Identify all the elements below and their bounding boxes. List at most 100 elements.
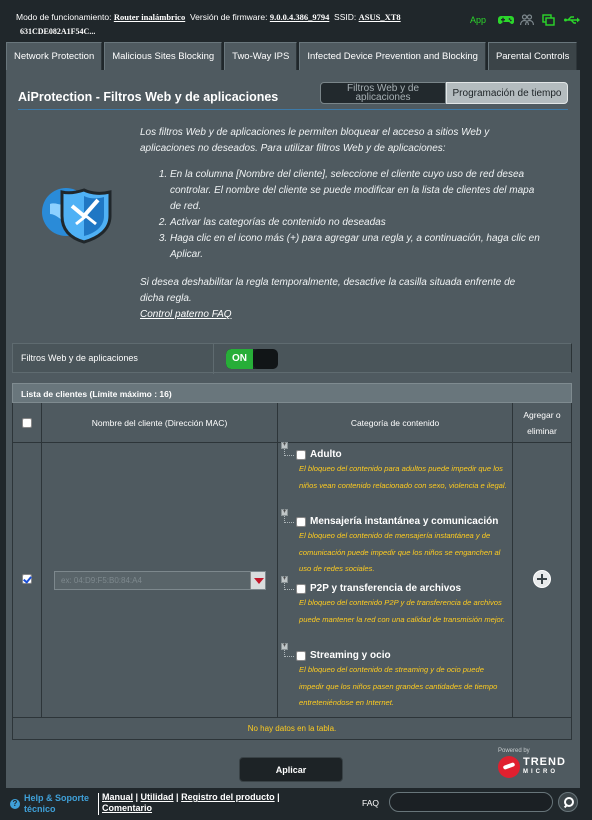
- select-all-checkbox[interactable]: [22, 417, 32, 428]
- tree-expander-icon[interactable]: +: [281, 642, 294, 657]
- aiprotection-shield-icon: [36, 180, 128, 249]
- view-switch: Filtros Web y de aplicaciones Programaci…: [320, 82, 568, 104]
- category-title: Mensajería instantánea y comunicación: [310, 516, 499, 527]
- empty-table-message: No hay datos en la tabla.: [12, 718, 572, 740]
- category-desc: El bloqueo del contenido de streaming y …: [299, 665, 498, 707]
- ssid-label: SSID:: [334, 12, 357, 22]
- faq-label: FAQ: [362, 798, 380, 808]
- description-note: Si desea deshabilitar la regla temporalm…: [140, 277, 516, 304]
- footer-links: Manual | Utilidad | Registro del product…: [98, 792, 280, 815]
- category-item: + P2P y transferencia de archivos El bloq…: [281, 575, 510, 628]
- tree-expander-icon[interactable]: +: [281, 575, 294, 590]
- instruction-list: En la columna [Nombre del cliente], sele…: [170, 167, 540, 263]
- category-title: P2P y transferencia de archivos: [310, 583, 462, 594]
- main-panel: AiProtection - Filtros Web y de aplicaci…: [6, 70, 580, 788]
- mode-link[interactable]: Router inalámbrico: [114, 12, 185, 22]
- ssid-link[interactable]: ASUS_XT8: [359, 12, 401, 22]
- tab-malicious-sites-blocking[interactable]: Malicious Sites Blocking: [104, 42, 223, 70]
- tab-parental-controls[interactable]: Parental Controls: [487, 42, 578, 70]
- toggle-on-label: ON: [226, 349, 253, 369]
- category-title: Adulto: [310, 449, 342, 460]
- header-client-name: Nombre del cliente (Dirección MAC): [42, 403, 278, 443]
- filter-toggle-switch[interactable]: ON: [226, 349, 278, 369]
- client-select-placeholder: ex: 04:D9:F5:B0:84:A4: [61, 576, 142, 585]
- brand-line2: MICRO: [523, 769, 558, 775]
- faq-link[interactable]: Control paterno FAQ: [140, 307, 540, 323]
- tree-expander-icon[interactable]: +: [281, 508, 294, 523]
- app-link[interactable]: App: [470, 15, 486, 25]
- add-rule-icon[interactable]: [533, 570, 551, 588]
- comments-link[interactable]: Comentario: [102, 803, 152, 813]
- category-desc: El bloqueo del contenido para adultos pu…: [299, 464, 507, 490]
- category-checkbox-streaming[interactable]: [296, 650, 306, 661]
- page-title: AiProtection - Filtros Web y de aplicaci…: [18, 90, 279, 104]
- category-cell: + Adulto El bloqueo del contenido para ad…: [278, 441, 513, 718]
- powered-by-label: Powered by: [498, 748, 530, 754]
- copy-icon[interactable]: [542, 14, 556, 26]
- category-desc: El bloqueo del contenido de mensajería i…: [299, 531, 501, 573]
- firmware-link[interactable]: 9.0.0.4.386_9794: [270, 12, 330, 22]
- tree-expander-icon[interactable]: +: [281, 441, 294, 456]
- ssid-line2: 631CDE082A1F54C...: [20, 27, 96, 36]
- brand-line1: TREND: [523, 756, 566, 768]
- register-link[interactable]: Registro del producto: [181, 792, 275, 802]
- row-enable-checkbox[interactable]: [22, 574, 32, 584]
- utility-link[interactable]: Utilidad: [141, 792, 174, 802]
- filter-toggle-row: Filtros Web y de aplicaciones ON: [12, 343, 572, 374]
- faq-search-input[interactable]: [389, 792, 553, 812]
- client-select[interactable]: ex: 04:D9:F5:B0:84:A4: [54, 571, 266, 590]
- table-row: ex: 04:D9:F5:B0:84:A4 + Adulto El bloqueo…: [12, 441, 572, 718]
- footer: ? Help & Soporte técnico Manual | Utilid…: [0, 790, 592, 820]
- category-checkbox-messaging[interactable]: [296, 516, 306, 527]
- tab-two-way-ips[interactable]: Two-Way IPS: [224, 42, 298, 70]
- help-support[interactable]: ? Help & Soporte técnico: [10, 793, 89, 815]
- firmware-label: Versión de firmware:: [189, 12, 268, 22]
- help-line1: Help & Soporte: [24, 793, 90, 803]
- category-desc: El bloqueo del contenido P2P y de transf…: [299, 598, 506, 624]
- filter-toggle-label: Filtros Web y de aplicaciones: [21, 353, 138, 363]
- status-line: Modo de funcionamiento: Router inalámbri…: [16, 12, 401, 22]
- title-divider: [18, 109, 568, 110]
- description-intro: Los filtros Web y de aplicaciones le per…: [140, 127, 490, 154]
- instruction-step: Activar las categorías de contenido no d…: [170, 215, 540, 231]
- time-scheduling-switch[interactable]: Programación de tiempo: [446, 82, 568, 104]
- instruction-step: En la columna [Nombre del cliente], sele…: [170, 167, 540, 215]
- add-cell: [513, 443, 572, 718]
- category-item: + Mensajería instantánea y comunicación E…: [281, 508, 510, 578]
- status-bar: Modo de funcionamiento: Router inalámbri…: [0, 0, 592, 40]
- manual-link[interactable]: Manual: [102, 792, 133, 802]
- dropdown-arrow-icon[interactable]: [250, 572, 265, 589]
- table-header: Nombre del cliente (Dirección MAC) Categ…: [12, 403, 572, 443]
- gamepad-icon[interactable]: [498, 14, 514, 26]
- status-icons: App: [470, 14, 580, 26]
- web-apps-filter-switch[interactable]: Filtros Web y de aplicaciones: [320, 82, 446, 104]
- divider: [98, 793, 99, 815]
- apply-button[interactable]: Aplicar: [239, 757, 343, 782]
- table-caption: Lista de clientes (Límite máximo : 16): [12, 383, 572, 403]
- instruction-step: Haga clic en el icono más (+) para agreg…: [170, 231, 540, 263]
- client-list-table: Lista de clientes (Límite máximo : 16) N…: [12, 383, 572, 740]
- trend-micro-ball-icon: [498, 756, 520, 778]
- header-add-remove: Agregar o eliminar: [513, 403, 572, 443]
- toggle-knob: [253, 349, 278, 369]
- header-category: Categoría de contenido: [278, 403, 513, 443]
- category-title: Streaming y ocio: [310, 650, 391, 661]
- help-icon: ?: [10, 799, 20, 809]
- client-cell: ex: 04:D9:F5:B0:84:A4: [42, 443, 278, 718]
- description: Los filtros Web y de aplicaciones le per…: [140, 125, 540, 323]
- category-item: + Adulto El bloqueo del contenido para ad…: [281, 441, 510, 494]
- trend-micro-logo: Powered by TREND MICRO: [498, 748, 570, 778]
- category-checkbox-adult[interactable]: [296, 449, 306, 460]
- mode-label: Modo de funcionamiento:: [16, 12, 112, 22]
- search-icon[interactable]: [558, 792, 578, 812]
- category-item: + Streaming y ocio El bloqueo del conteni…: [281, 642, 510, 712]
- select-all-cell: [13, 403, 42, 443]
- tab-infected-device-prevention[interactable]: Infected Device Prevention and Blocking: [299, 42, 486, 70]
- tab-network-protection[interactable]: Network Protection: [6, 42, 103, 70]
- row-check-cell: [13, 443, 42, 718]
- help-line2: técnico: [24, 804, 56, 814]
- category-checkbox-p2p[interactable]: [296, 583, 306, 594]
- usb-icon[interactable]: [564, 14, 580, 26]
- users-icon[interactable]: [520, 14, 534, 26]
- divider: [213, 344, 214, 374]
